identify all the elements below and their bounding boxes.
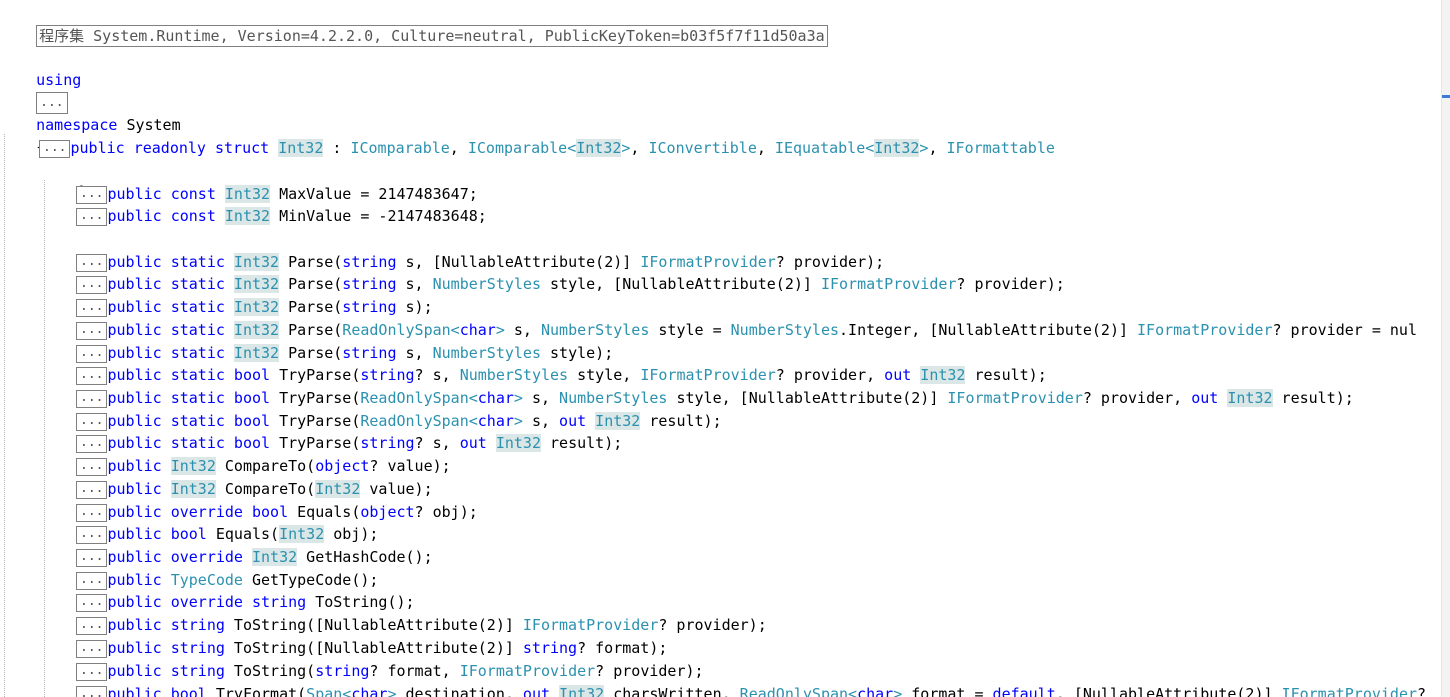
namespace-keyword: namespace bbox=[36, 116, 118, 134]
member-signature: public static bool TryParse(string? s, N… bbox=[107, 366, 1047, 384]
indent-guide bbox=[4, 134, 5, 697]
member-line: ... public Int32 CompareTo(object? value)… bbox=[76, 455, 451, 477]
member-fold-toggle[interactable]: ... bbox=[76, 685, 108, 697]
interface-icomparable[interactable]: IComparable bbox=[350, 139, 449, 157]
member-fold-toggle[interactable]: ... bbox=[76, 389, 108, 408]
member-signature: public const Int32 MinValue = -214748364… bbox=[107, 207, 487, 225]
member-fold-toggle[interactable]: ... bbox=[76, 593, 108, 612]
member-line: ... public Int32 CompareTo(Int32 value); bbox=[76, 478, 433, 500]
interface-iequatable[interactable]: IEquatable bbox=[775, 139, 865, 157]
member-line: ... public static Int32 Parse(string s, [… bbox=[76, 251, 884, 273]
member-signature: public Int32 CompareTo(Int32 value); bbox=[107, 480, 433, 498]
code-editor[interactable]: 程序集 System.Runtime, Version=4.2.2.0, Cul… bbox=[0, 0, 1442, 697]
namespace-line: namespace System bbox=[0, 92, 181, 134]
namespace-name: System bbox=[126, 116, 181, 134]
vertical-scrollbar[interactable] bbox=[1441, 0, 1450, 697]
member-fold-toggle[interactable]: ... bbox=[76, 639, 108, 658]
member-line: ... public override Int32 GetHashCode(); bbox=[76, 546, 433, 568]
member-signature: public override Int32 GetHashCode(); bbox=[107, 548, 433, 566]
member-signature: public const Int32 MaxValue = 2147483647… bbox=[107, 185, 478, 203]
member-fold-toggle[interactable]: ... bbox=[76, 571, 108, 590]
member-line: ... public bool TryFormat(Span<char> dest… bbox=[76, 683, 1426, 697]
member-signature: public TypeCode GetTypeCode(); bbox=[107, 571, 379, 589]
using-line: using ... bbox=[0, 47, 81, 114]
struct-open-brace: { bbox=[39, 159, 84, 201]
member-signature: public static bool TryParse(ReadOnlySpan… bbox=[107, 412, 722, 430]
member-signature: public static Int32 Parse(string s); bbox=[107, 298, 433, 316]
member-line: ... public static bool TryParse(string? s… bbox=[76, 364, 1047, 386]
interface-icomparable-generic[interactable]: IComparable bbox=[468, 139, 567, 157]
member-signature: public static Int32 Parse(string s, [Nul… bbox=[107, 253, 885, 271]
interface-iformattable[interactable]: IFormattable bbox=[947, 139, 1055, 157]
member-line: ... public static Int32 Parse(ReadOnlySpa… bbox=[76, 319, 1417, 341]
member-fold-toggle[interactable]: ... bbox=[76, 457, 108, 476]
struct-modifiers: public readonly struct bbox=[70, 139, 270, 157]
member-fold-toggle[interactable]: ... bbox=[76, 525, 108, 544]
member-line: ... public bool Equals(Int32 obj); bbox=[76, 523, 378, 545]
member-signature: public static bool TryParse(ReadOnlySpan… bbox=[107, 389, 1354, 407]
member-signature: public string ToString([NullableAttribut… bbox=[107, 616, 767, 634]
member-fold-toggle[interactable]: ... bbox=[76, 616, 108, 635]
member-line: ... public override bool Equals(object? o… bbox=[76, 501, 478, 523]
member-fold-toggle[interactable]: ... bbox=[76, 253, 108, 272]
assembly-header[interactable]: 程序集 System.Runtime, Version=4.2.2.0, Cul… bbox=[36, 25, 828, 47]
member-signature: public string ToString([NullableAttribut… bbox=[107, 639, 668, 657]
interface-iconvertible[interactable]: IConvertible bbox=[648, 139, 756, 157]
member-line: ... public const Int32 MinValue = -214748… bbox=[76, 205, 487, 227]
member-fold-toggle[interactable]: ... bbox=[76, 434, 108, 453]
member-fold-toggle[interactable]: ... bbox=[76, 298, 108, 317]
member-fold-toggle[interactable]: ... bbox=[76, 503, 108, 522]
assembly-header-line: 程序集 System.Runtime, Version=4.2.2.0, Cul… bbox=[0, 3, 828, 47]
member-fold-toggle[interactable]: ... bbox=[76, 321, 108, 340]
generic-arg-int32[interactable]: Int32 bbox=[576, 139, 622, 157]
member-fold-toggle[interactable]: ... bbox=[76, 185, 108, 204]
member-fold-toggle[interactable]: ... bbox=[76, 207, 108, 226]
namespace-open-brace: { bbox=[0, 114, 45, 156]
member-fold-toggle[interactable]: ... bbox=[76, 662, 108, 681]
member-signature: public override bool Equals(object? obj)… bbox=[107, 503, 478, 521]
member-line: ... public override string ToString(); bbox=[76, 591, 415, 613]
member-line: ... public static bool TryParse(string? s… bbox=[76, 432, 622, 454]
member-signature: public static Int32 Parse(string s, Numb… bbox=[107, 344, 614, 362]
member-line: ... public static Int32 Parse(string s, N… bbox=[76, 342, 613, 364]
member-signature: public bool Equals(Int32 obj); bbox=[107, 525, 379, 543]
member-signature: public override string ToString(); bbox=[107, 593, 415, 611]
member-line: ... public static bool TryParse(ReadOnlyS… bbox=[76, 410, 722, 432]
struct-fold-toggle[interactable]: ... bbox=[39, 139, 71, 158]
member-fold-toggle[interactable]: ... bbox=[76, 412, 108, 431]
member-line: ... public const Int32 MaxValue = 2147483… bbox=[76, 183, 478, 205]
member-signature: public static Int32 Parse(string s, Numb… bbox=[107, 275, 1065, 293]
member-signature: public string ToString(string? format, I… bbox=[107, 662, 704, 680]
struct-name[interactable]: Int32 bbox=[278, 139, 324, 157]
member-line: ... public TypeCode GetTypeCode(); bbox=[76, 569, 378, 591]
member-fold-toggle[interactable]: ... bbox=[76, 275, 108, 294]
generic-arg-int32[interactable]: Int32 bbox=[874, 139, 920, 157]
scroll-position-marker bbox=[1442, 95, 1450, 98]
member-signature: public static Int32 Parse(ReadOnlySpan<c… bbox=[107, 321, 1417, 339]
member-line: ... public static bool TryParse(ReadOnlyS… bbox=[76, 387, 1354, 409]
indent-guide bbox=[44, 180, 45, 697]
using-keyword: using bbox=[36, 71, 82, 89]
member-signature: public Int32 CompareTo(object? value); bbox=[107, 457, 451, 475]
member-line: ... public static Int32 Parse(string s); bbox=[76, 296, 433, 318]
member-fold-toggle[interactable]: ... bbox=[76, 366, 108, 385]
member-fold-toggle[interactable]: ... bbox=[76, 548, 108, 567]
member-fold-toggle[interactable]: ... bbox=[76, 480, 108, 499]
member-line: ... public string ToString(string? format… bbox=[76, 660, 704, 682]
member-signature: public static bool TryParse(string? s, o… bbox=[107, 434, 623, 452]
member-line: ... public string ToString([NullableAttri… bbox=[76, 637, 667, 659]
struct-declaration: ... public readonly struct Int32 : ICompa… bbox=[39, 137, 1055, 159]
member-signature: public bool TryFormat(Span<char> destina… bbox=[107, 685, 1426, 697]
member-fold-toggle[interactable]: ... bbox=[76, 344, 108, 363]
member-line: ... public static Int32 Parse(string s, N… bbox=[76, 273, 1065, 295]
member-line: ... public string ToString([NullableAttri… bbox=[76, 614, 767, 636]
struct-colon: : bbox=[323, 139, 351, 157]
